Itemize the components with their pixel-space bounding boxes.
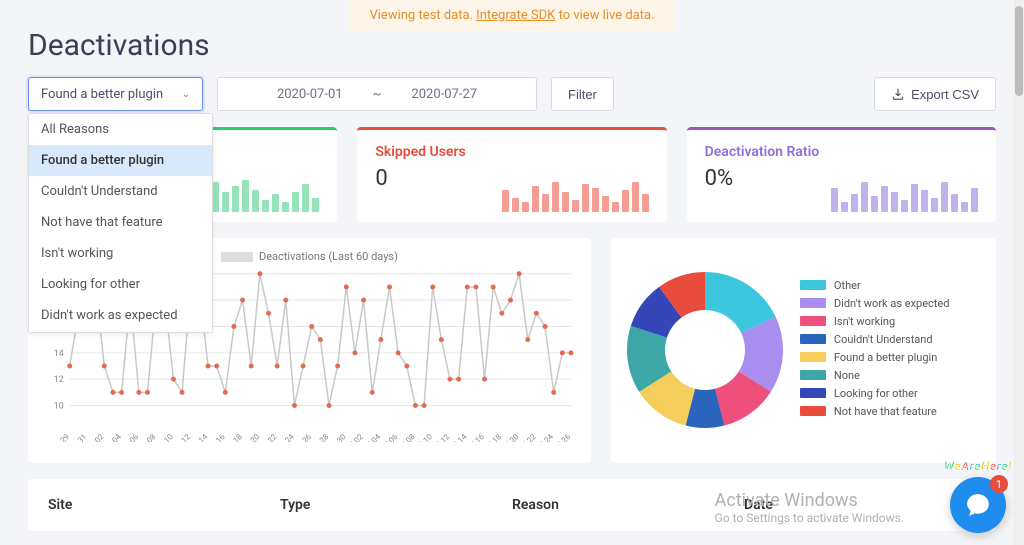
- deactivations-table-header: SiteTypeReasonDate: [28, 479, 996, 531]
- svg-text:Jul 10: Jul 10: [413, 432, 435, 442]
- legend-swatch: [221, 252, 253, 262]
- legend-swatch: [800, 370, 826, 380]
- svg-text:14: 14: [54, 349, 64, 359]
- chat-widget-button[interactable]: WeAreHere! 1: [950, 477, 1006, 533]
- card-sparkline: [831, 172, 978, 212]
- legend-swatch: [800, 334, 826, 344]
- legend-label: None: [834, 369, 860, 382]
- stat-card: Deactivation Ratio0%: [687, 127, 996, 222]
- svg-text:Jul 08: Jul 08: [395, 432, 417, 442]
- legend-item: Isn't working: [800, 315, 984, 328]
- page-title: Deactivations: [28, 28, 996, 63]
- card-sparkline: [502, 172, 649, 212]
- svg-text:May 29: May 29: [47, 432, 72, 442]
- test-data-banner: Viewing test data. Integrate SDK to view…: [349, 0, 674, 31]
- filter-button[interactable]: Filter: [551, 77, 614, 111]
- chevron-down-icon: ⌄: [182, 89, 190, 100]
- reason-option[interactable]: Couldn't Understand: [29, 176, 212, 207]
- legend-label: Looking for other: [834, 387, 918, 400]
- legend-label: Not have that feature: [834, 405, 937, 418]
- page-scrollbar[interactable]: [1014, 0, 1024, 545]
- legend-swatch: [800, 406, 826, 416]
- svg-text:Jul 22: Jul 22: [516, 432, 538, 442]
- legend-label: Found a better plugin: [834, 351, 937, 364]
- reason-option[interactable]: Isn't working: [29, 238, 212, 269]
- svg-text:12: 12: [54, 375, 64, 385]
- legend-swatch: [800, 298, 826, 308]
- date-range-input[interactable]: 2020-07-01 ~ 2020-07-27: [217, 77, 537, 111]
- reason-option[interactable]: Looking for other: [29, 269, 212, 300]
- legend-item: Couldn't Understand: [800, 333, 984, 346]
- reason-option[interactable]: Found a better plugin: [29, 145, 212, 176]
- table-header-cell: Reason: [512, 497, 744, 513]
- donut-legend: Other Didn't work as expected Isn't workin…: [800, 279, 984, 423]
- table-header-cell: Type: [280, 497, 512, 513]
- date-to: 2020-07-27: [411, 87, 477, 102]
- table-header-cell: Date: [744, 497, 976, 513]
- date-sep: ~: [373, 87, 382, 102]
- chat-badge: 1: [990, 475, 1008, 493]
- legend-item: Not have that feature: [800, 405, 984, 418]
- legend-label: Isn't working: [834, 315, 895, 328]
- reason-option[interactable]: Not have that feature: [29, 207, 212, 238]
- scrollbar-thumb[interactable]: [1015, 6, 1023, 96]
- chat-icon: [965, 492, 991, 518]
- legend-item: Found a better plugin: [800, 351, 984, 364]
- legend-swatch: [800, 388, 826, 398]
- stat-card: Skipped Users0: [357, 127, 666, 222]
- donut-svg-wrap: [623, 268, 788, 433]
- legend-swatch: [800, 352, 826, 362]
- integrate-sdk-link[interactable]: Integrate SDK: [476, 8, 555, 23]
- download-icon: [891, 87, 905, 101]
- reason-option[interactable]: Didn't work as expected: [29, 300, 212, 331]
- legend-label: Other: [834, 279, 861, 292]
- legend-item: None: [800, 369, 984, 382]
- reason-dropdown-list[interactable]: All ReasonsFound a better pluginCouldn't…: [28, 113, 213, 333]
- legend-item: Other: [800, 279, 984, 292]
- svg-text:Jul 20: Jul 20: [499, 432, 521, 442]
- export-csv-button[interactable]: Export CSV: [874, 77, 996, 111]
- reason-option[interactable]: All Reasons: [29, 114, 212, 145]
- banner-suffix: to view live data.: [555, 8, 654, 23]
- reasons-donut-chart: Other Didn't work as expected Isn't workin…: [611, 238, 996, 463]
- card-label: Skipped Users: [375, 144, 648, 160]
- svg-text:10: 10: [54, 401, 64, 411]
- card-label: Deactivation Ratio: [705, 144, 978, 160]
- svg-text:Jul 14: Jul 14: [447, 432, 469, 442]
- legend-label: Didn't work as expected: [834, 297, 950, 310]
- legend-item: Didn't work as expected: [800, 297, 984, 310]
- svg-text:Jul 16: Jul 16: [464, 432, 486, 442]
- svg-text:Jul 18: Jul 18: [482, 432, 504, 442]
- legend-swatch: [800, 316, 826, 326]
- chat-arc-text: WeAreHere!: [944, 459, 1012, 473]
- reason-dropdown-value: Found a better plugin: [41, 87, 163, 102]
- svg-text:Jul 24: Jul 24: [534, 432, 556, 442]
- banner-text: Viewing test data.: [369, 8, 476, 23]
- reason-option[interactable]: Other: [29, 331, 212, 333]
- svg-text:Jul 04: Jul 04: [361, 432, 383, 442]
- legend-item: Looking for other: [800, 387, 984, 400]
- svg-text:Jul 02: Jul 02: [343, 432, 365, 442]
- date-from: 2020-07-01: [277, 87, 343, 102]
- table-header-cell: Site: [48, 497, 280, 513]
- legend-label: Couldn't Understand: [834, 333, 933, 346]
- svg-text:Jul 26: Jul 26: [551, 432, 573, 442]
- reason-dropdown[interactable]: Found a better plugin ⌄: [28, 77, 203, 111]
- svg-text:Jul 12: Jul 12: [430, 432, 452, 442]
- svg-text:Jul 06: Jul 06: [378, 432, 400, 442]
- legend-swatch: [800, 280, 826, 290]
